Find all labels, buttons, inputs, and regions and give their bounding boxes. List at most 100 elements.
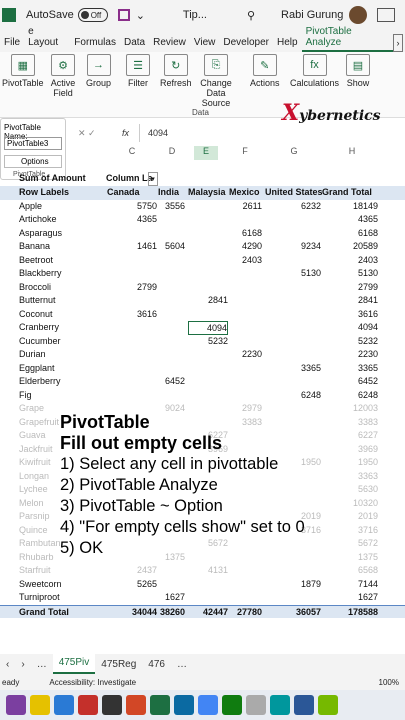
app-icon[interactable] [6,695,26,715]
arduino-icon[interactable] [270,695,290,715]
column-header-h[interactable]: H [340,146,364,160]
save-icon[interactable] [117,9,130,21]
group-button[interactable]: → Group [86,54,111,88]
value-cell[interactable] [265,308,321,322]
column-filter-icon[interactable]: ▾ [148,172,158,186]
value-cell[interactable]: Grand Total [322,186,378,200]
tab-page-layout[interactable]: e Layout [24,26,70,52]
active-field-button[interactable]: ⚙ Active Field [48,54,78,98]
value-cell[interactable]: 2611 [229,200,262,214]
calculations-button[interactable]: fx Calculations [290,54,339,88]
value-cell[interactable] [188,267,228,281]
value-cell[interactable] [107,321,157,335]
value-cell[interactable] [107,362,157,376]
tab-data[interactable]: Data [120,37,149,52]
value-cell[interactable]: 2799 [107,281,157,295]
value-cell[interactable]: 6168 [322,227,378,241]
value-cell[interactable]: 1375 [322,551,378,565]
value-cell[interactable] [188,200,228,214]
value-cell[interactable]: 38260 [158,606,185,620]
value-cell[interactable]: 5750 [107,200,157,214]
next-sheet-icon[interactable]: › [15,659,30,670]
column-header-f[interactable]: F [233,146,257,160]
value-cell[interactable]: 4290 [229,240,262,254]
value-cell[interactable] [158,308,185,322]
value-cell[interactable]: 6227 [322,429,378,443]
value-cell[interactable]: 5130 [322,267,378,281]
value-cell[interactable]: 5265 [107,578,157,592]
tab-review[interactable]: Review [149,37,190,52]
tab-developer[interactable]: Developer [219,37,273,52]
value-cell[interactable] [265,335,321,349]
row-label-cell[interactable]: Sweetcorn [19,578,99,592]
value-cell[interactable]: 5130 [265,267,321,281]
value-cell[interactable] [265,227,321,241]
value-cell[interactable] [107,267,157,281]
value-cell[interactable]: 2019 [322,510,378,524]
excel-icon[interactable] [150,695,170,715]
value-cell[interactable] [265,294,321,308]
value-cell[interactable]: United States [265,186,323,200]
avatar[interactable] [349,6,368,24]
value-cell[interactable]: 1461 [107,240,157,254]
value-cell[interactable]: 3716 [322,524,378,538]
value-cell[interactable]: 2841 [322,294,378,308]
value-cell[interactable]: 5604 [158,240,185,254]
value-cell[interactable] [188,348,228,362]
value-cell[interactable]: 1879 [265,578,321,592]
value-cell[interactable]: 2403 [229,254,262,268]
value-cell[interactable]: 5232 [322,335,378,349]
value-cell[interactable] [188,362,228,376]
value-cell[interactable] [158,213,185,227]
sheet-tab-476[interactable]: 476 [142,659,171,670]
search-icon[interactable]: ⚲ [247,9,255,22]
document-name[interactable]: Tip... [183,9,207,21]
row-label-cell[interactable]: Grand Total [19,606,99,620]
vscode-icon[interactable] [54,695,74,715]
value-cell[interactable]: 34044 [107,606,157,620]
value-cell[interactable] [229,591,262,605]
value-cell[interactable]: Mexico [229,186,262,200]
tab-file[interactable]: File [0,37,24,52]
value-cell[interactable]: 2230 [229,348,262,362]
show-button[interactable]: ▤ Show [346,54,370,88]
value-cell[interactable] [158,321,185,335]
value-cell[interactable]: 6568 [322,564,378,578]
tab-view[interactable]: View [190,37,220,52]
row-label-cell[interactable]: Turniproot [19,591,99,605]
value-cell[interactable]: 6168 [229,227,262,241]
value-cell[interactable] [229,389,262,403]
value-cell[interactable] [229,564,262,578]
value-cell[interactable]: 6248 [265,389,321,403]
tab-formulas[interactable]: Formulas [70,37,120,52]
value-cell[interactable]: 42447 [188,606,228,620]
row-label-cell[interactable]: Apple [19,200,99,214]
row-label-cell[interactable]: Elderberry [19,375,99,389]
value-cell[interactable]: 6232 [265,200,321,214]
youtube-icon[interactable] [78,695,98,715]
value-cell[interactable]: 6248 [322,389,378,403]
sheet-tab-475piv[interactable]: 475Piv [52,654,96,674]
row-label-cell[interactable]: Beetroot [19,254,99,268]
chevron-down-icon[interactable]: ⌄ [136,9,145,22]
pivottable-name-field[interactable]: PivotTable3 [4,137,62,150]
sheet-tab-475reg[interactable]: 475Reg [95,659,142,670]
value-cell[interactable]: 1627 [322,591,378,605]
actions-button[interactable]: ✎ Actions [250,54,280,88]
value-cell[interactable] [265,348,321,362]
value-cell[interactable] [188,375,228,389]
value-cell[interactable] [265,321,321,335]
value-cell[interactable]: 2230 [322,348,378,362]
value-cell[interactable]: 4094 [188,321,228,335]
value-cell[interactable]: 9234 [265,240,321,254]
row-label-cell[interactable]: Coconut [19,308,99,322]
value-cell[interactable]: 4094 [322,321,378,335]
value-cell[interactable] [188,308,228,322]
value-cell[interactable] [188,578,228,592]
value-cell[interactable] [188,591,228,605]
user-name[interactable]: Rabi Gurung [281,9,343,21]
value-cell[interactable] [107,254,157,268]
app-icon[interactable] [222,695,242,715]
value-cell[interactable] [229,281,262,295]
row-label-cell[interactable]: Artichoke [19,213,99,227]
